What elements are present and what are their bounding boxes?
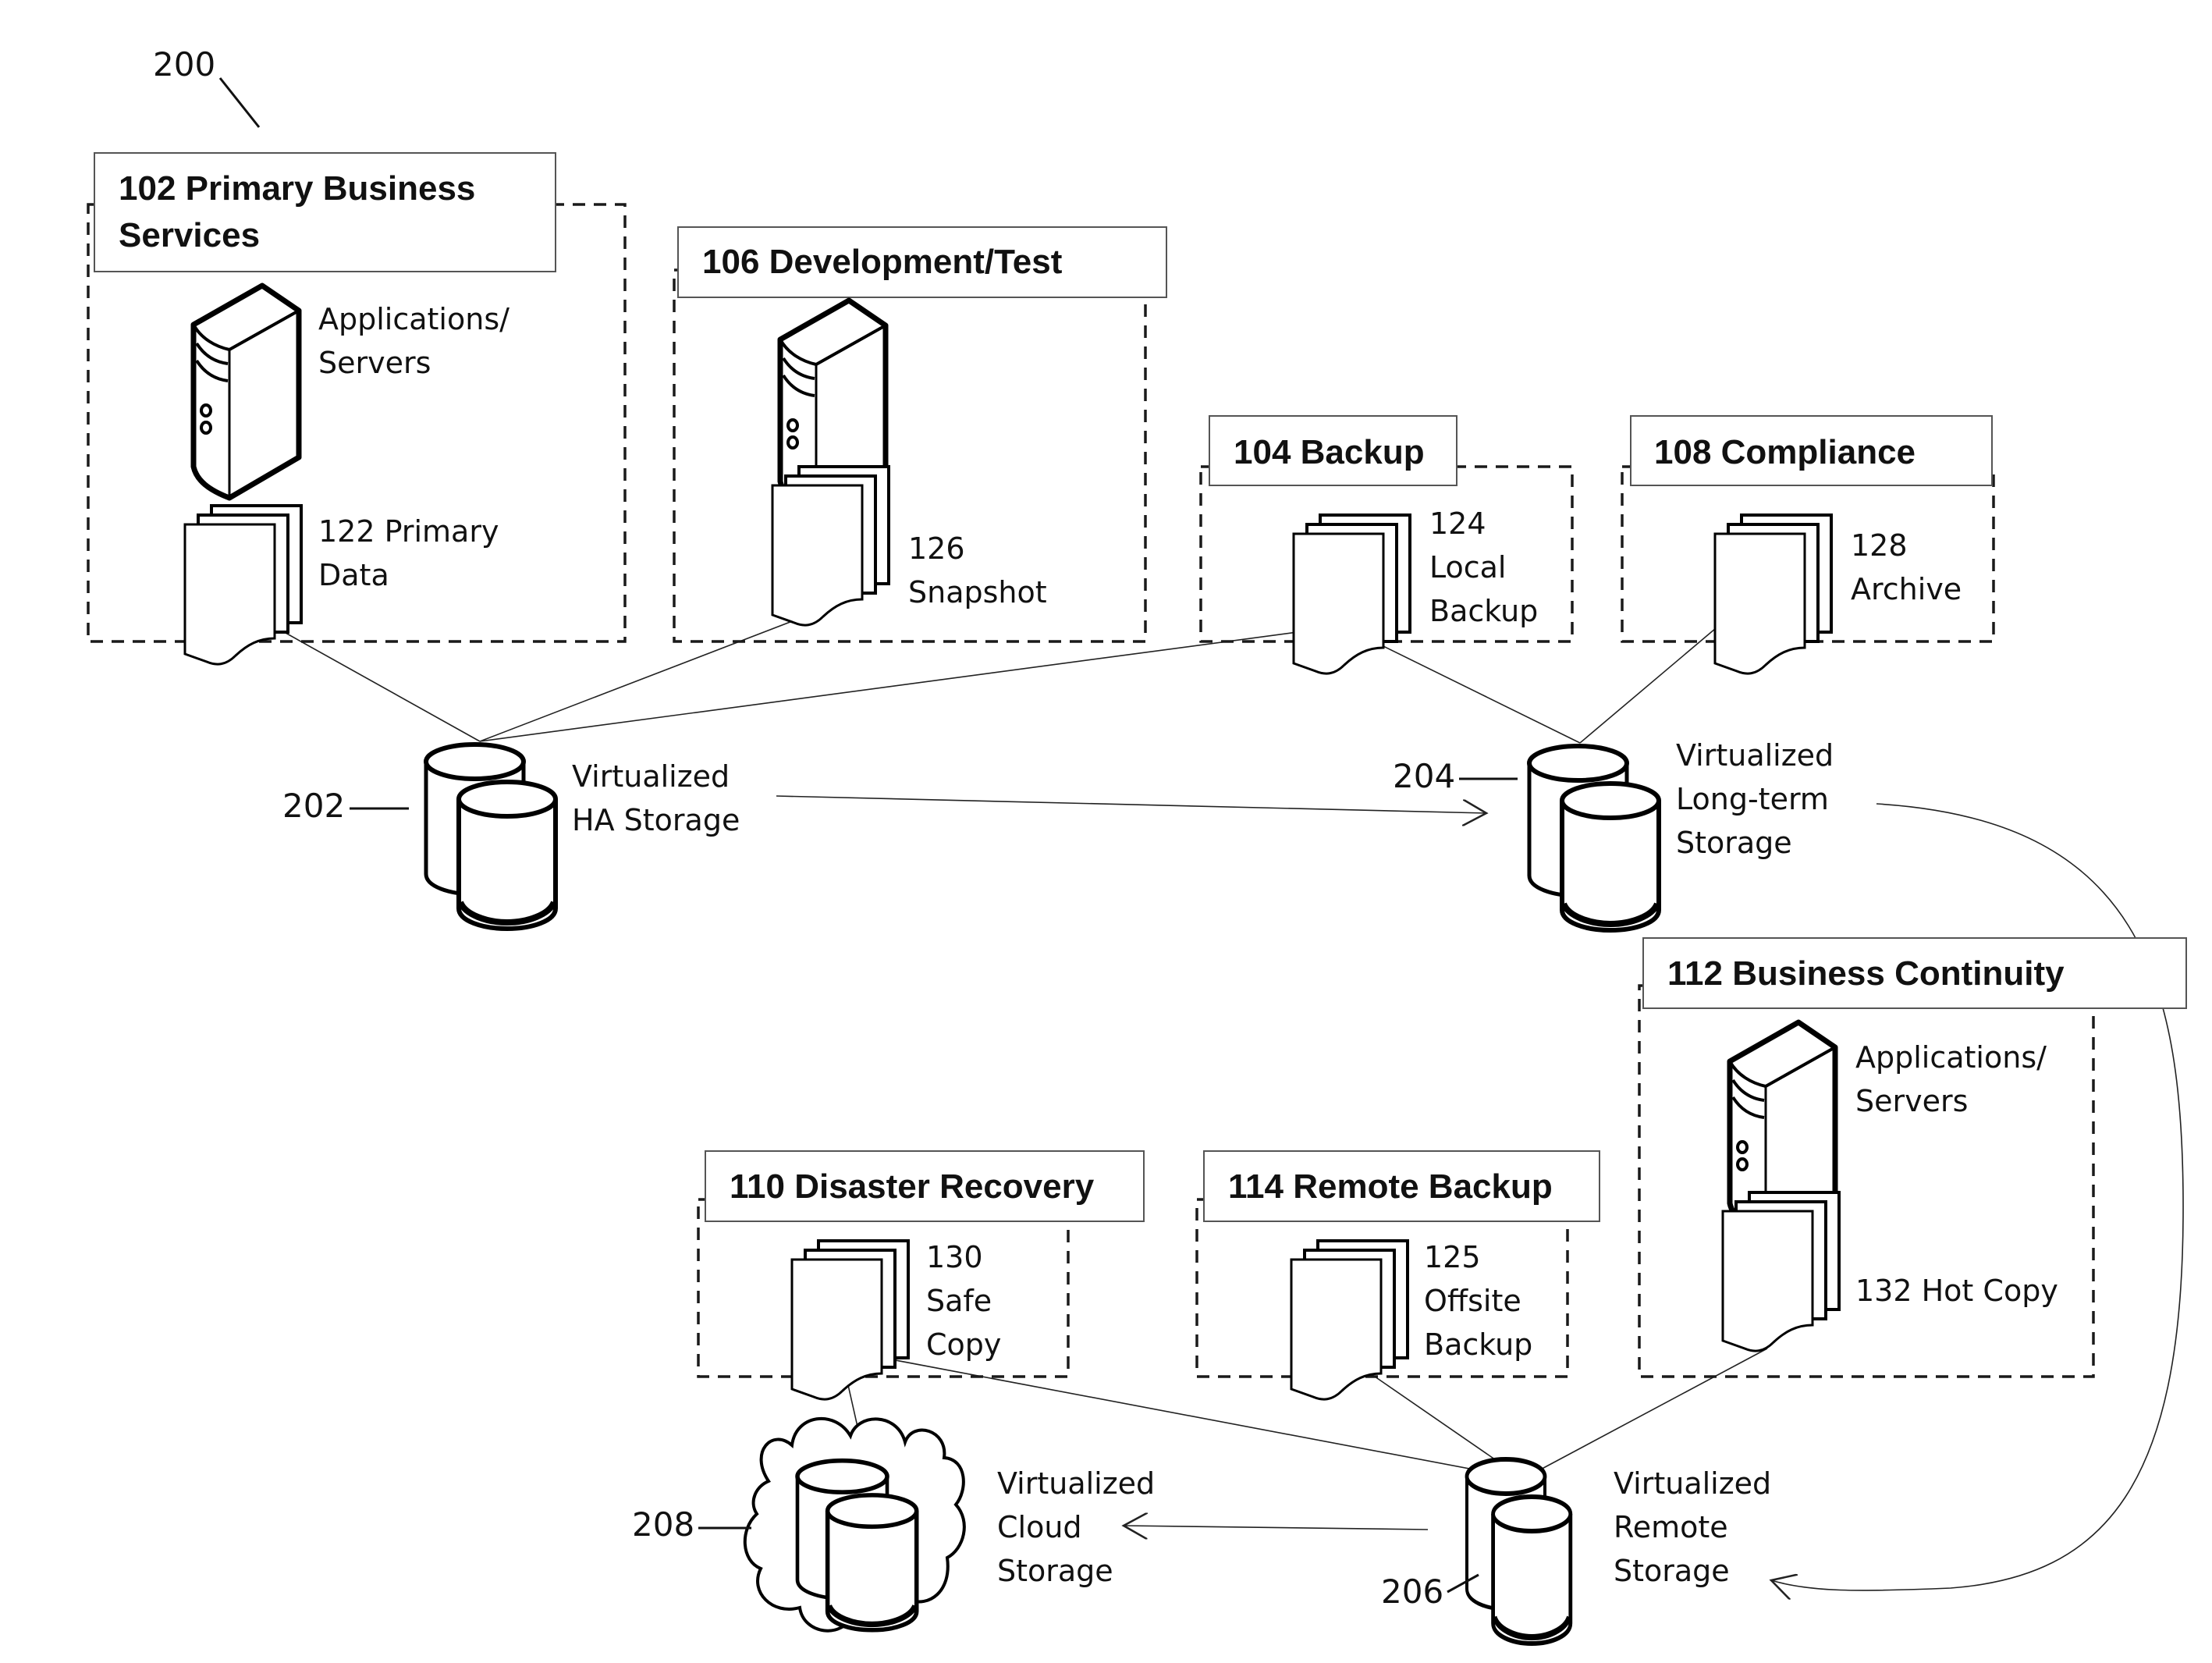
server-label-line: Servers <box>1855 1084 1968 1118</box>
data-label-line: 122 Primary <box>318 514 499 549</box>
database-icon <box>426 744 556 929</box>
group-primary-business-services: 102 Primary Business Services Applicatio… <box>87 152 627 666</box>
data-label-line: Local <box>1429 550 1507 585</box>
arrow-206-to-208 <box>1124 1526 1429 1530</box>
group-title-line: Services <box>119 216 260 254</box>
group-disaster-recovery: 110 Disaster Recovery 130 Safe Copy <box>697 1150 1145 1402</box>
data-label-line: Snapshot <box>908 575 1047 609</box>
storage-ref-label: 206 <box>1381 1572 1443 1611</box>
database-icon <box>1529 746 1659 930</box>
group-development-test: 106 Development/Test 126 Snapshot <box>673 226 1167 643</box>
data-label-line: 132 Hot Copy <box>1855 1274 2058 1308</box>
storage-ha: 202 Virtualized HA Storage <box>282 744 740 929</box>
documents-icon <box>1713 513 1833 676</box>
group-backup: 104 Backup 124 Local Backup <box>1199 415 1574 676</box>
documents-icon <box>1721 1191 1841 1353</box>
storage-label-line: Virtualized <box>997 1466 1155 1501</box>
data-management-diagram: 200 102 Primary Business Services Applic… <box>87 45 2187 1663</box>
data-label-line: 124 <box>1429 506 1486 541</box>
group-title-line: 110 Disaster Recovery <box>730 1167 1095 1206</box>
documents-icon <box>1292 513 1411 676</box>
data-label-line: 126 <box>908 531 965 566</box>
group-title-line: 114 Remote Backup <box>1228 1167 1553 1206</box>
arrow-202-to-204 <box>776 795 1486 813</box>
group-title-line: 112 Business Continuity <box>1667 954 2065 993</box>
figure-ref-leader <box>218 77 261 128</box>
server-label-line: Applications/ <box>1855 1040 2047 1075</box>
data-label-line: Backup <box>1429 594 1538 628</box>
connector-126-to-202 <box>479 620 795 742</box>
data-label-line: 125 <box>1424 1240 1481 1274</box>
storage-label-line: Storage <box>1614 1554 1730 1588</box>
storage-label-line: Virtualized <box>572 759 730 794</box>
data-label-line: Copy <box>926 1327 1001 1362</box>
storage-label-line: Long-term <box>1676 782 1829 816</box>
group-title-line: 106 Development/Test <box>702 243 1063 281</box>
group-remote-backup: 114 Remote Backup 125 Offsite Backup <box>1195 1150 1600 1402</box>
storage-label-line: Remote <box>1614 1510 1728 1544</box>
storage-label-line: Cloud <box>997 1510 1082 1544</box>
data-label-line: Backup <box>1424 1327 1532 1362</box>
storage-ref-label: 202 <box>282 787 345 825</box>
group-business-continuity: 112 Business Continuity Applications/ Se… <box>1638 937 2187 1378</box>
group-title-line: 102 Primary Business <box>119 169 475 208</box>
documents-icon <box>771 465 890 627</box>
storage-label-line: Virtualized <box>1614 1466 1771 1501</box>
storage-label-line: Virtualized <box>1676 738 1834 773</box>
data-label-line: Data <box>318 558 389 592</box>
figure-ref-label: 200 <box>153 45 215 84</box>
data-label-line: 130 <box>926 1240 983 1274</box>
data-label-line: Offsite <box>1424 1284 1521 1318</box>
connector-130-to-206 <box>857 1352 1524 1480</box>
storage-ref-label: 208 <box>632 1505 694 1544</box>
storage-label-line: Storage <box>1676 826 1792 860</box>
data-label-line: Safe <box>926 1284 992 1318</box>
connector-132-to-206 <box>1522 1348 1768 1480</box>
database-icon <box>1467 1459 1571 1643</box>
storage-ref-label: 204 <box>1393 757 1455 795</box>
storage-label-line: HA Storage <box>572 803 740 837</box>
storage-remote: 206 Virtualized Remote Storage <box>1381 1459 1771 1643</box>
server-label-line: Applications/ <box>318 302 510 336</box>
group-title-line: 104 Backup <box>1234 433 1425 471</box>
data-label-line: 128 <box>1851 528 1908 563</box>
data-label-line: Archive <box>1851 572 1962 606</box>
group-compliance: 108 Compliance 128 Archive <box>1621 415 1995 676</box>
server-label-line: Servers <box>318 346 431 380</box>
connector-124-to-202 <box>479 627 1327 742</box>
storage-cloud: 208 Virtualized Cloud Storage <box>632 1416 1155 1631</box>
storage-long-term: 204 Virtualized Long-term Storage <box>1393 738 1834 930</box>
storage-label-line: Storage <box>997 1554 1113 1588</box>
server-icon <box>194 286 299 498</box>
group-title-line: 108 Compliance <box>1654 433 1916 471</box>
